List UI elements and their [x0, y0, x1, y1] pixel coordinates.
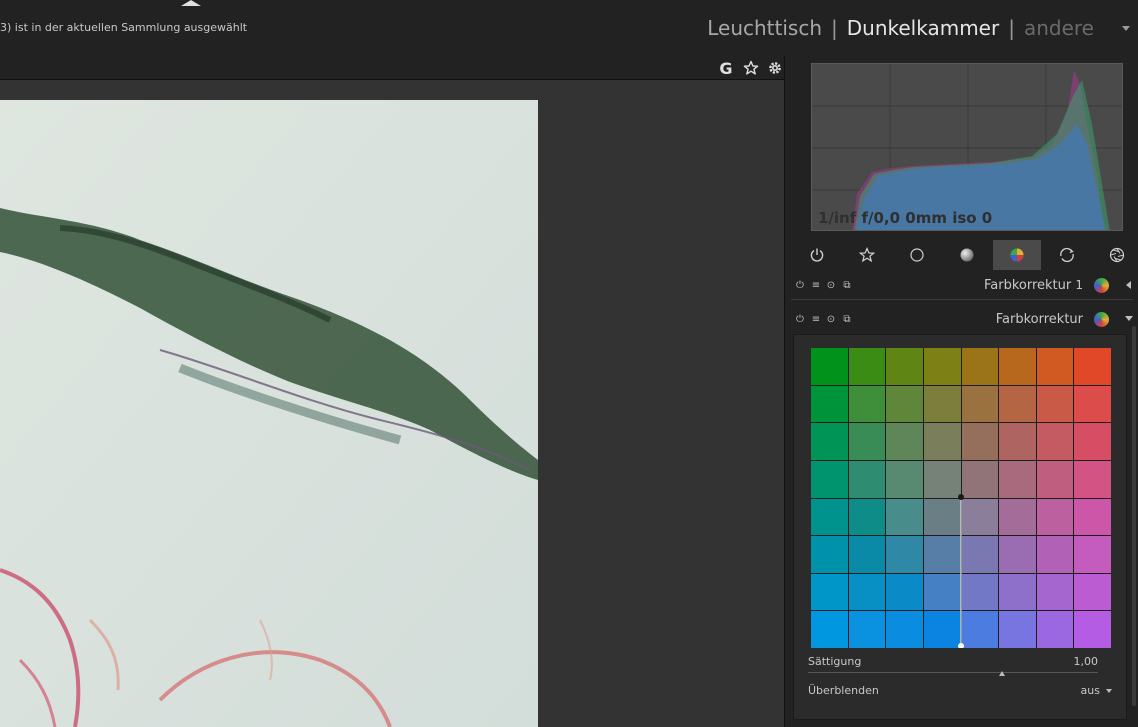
view-separator: |: [831, 16, 838, 40]
module-divider: [791, 299, 1133, 300]
module-header-farbkorrektur[interactable]: ⏻ ≡ ⊙ ⧉ Farbkorrektur: [785, 306, 1138, 332]
group-effect-aperture-icon[interactable]: [1093, 240, 1138, 270]
module-expand-arrow-icon[interactable]: [1126, 281, 1131, 289]
group-basic-circle-icon[interactable]: [893, 240, 941, 270]
photo-preview[interactable]: [0, 100, 538, 727]
app-window: 3) ist in der aktuellen Sammlung ausgewä…: [0, 0, 1138, 727]
module-title: Farbkorrektur 1: [984, 278, 1083, 293]
module-instance-number: 1: [1075, 278, 1083, 292]
histogram-exif-info: 1/inf f/0,0 0mm iso 0: [818, 209, 993, 227]
module-presets-menu-icon[interactable]: ≡: [810, 313, 822, 325]
saturation-thumb[interactable]: [999, 671, 1006, 676]
top-header: 3) ist in der aktuellen Sammlung ausgewä…: [0, 0, 1138, 56]
view-darkroom-link[interactable]: Dunkelkammer: [847, 16, 999, 40]
group-correct-rotate-icon[interactable]: [1043, 240, 1091, 270]
guides-g-button[interactable]: G: [716, 58, 736, 78]
group-active-modules-power-icon[interactable]: [793, 240, 841, 270]
blend-combobox[interactable]: Überblenden aus: [808, 683, 1112, 701]
star-outline-icon[interactable]: [741, 58, 761, 78]
module-power-icon[interactable]: ⏻: [794, 313, 806, 325]
highlight-handle[interactable]: [958, 494, 964, 500]
views-dropdown-arrow-icon[interactable]: [1122, 26, 1130, 31]
module-multi-instance-icon[interactable]: ⧉: [841, 279, 853, 291]
module-multi-instance-icon[interactable]: ⧉: [841, 313, 853, 325]
view-switcher: Leuchttisch | Dunkelkammer | andere: [707, 16, 1094, 40]
saturation-track[interactable]: [808, 672, 1098, 673]
photo-image: [0, 100, 538, 727]
right-panel: 1/inf f/0,0 0mm iso 0 ⏻ ≡ ⊙ ⧉ Farbkorrek…: [784, 56, 1138, 727]
module-group-tabs: [785, 238, 1138, 272]
saturation-slider[interactable]: Sättigung 1,00: [808, 653, 1099, 676]
module-title-text: Farbkorrektur: [983, 278, 1072, 293]
shadow-handle[interactable]: [958, 643, 964, 648]
module-title: Farbkorrektur: [995, 312, 1083, 327]
saturation-label: Sättigung: [808, 655, 862, 668]
blend-label: Überblenden: [808, 684, 879, 697]
color-correction-area[interactable]: [811, 348, 1111, 648]
module-collapse-arrow-icon[interactable]: [1125, 316, 1133, 321]
center-toolbar: G: [0, 56, 784, 80]
module-power-icon[interactable]: ⏻: [794, 279, 806, 291]
center-image-area[interactable]: [0, 80, 784, 727]
gear-icon[interactable]: [765, 58, 785, 78]
color-correction-module-body: Sättigung 1,00 Überblenden aus: [793, 334, 1127, 720]
blend-value: aus: [1080, 684, 1100, 697]
module-presets-menu-icon[interactable]: ≡: [810, 279, 822, 291]
module-mask-icon[interactable]: ⊙: [825, 313, 837, 325]
top-panel-collapse-arrow-icon[interactable]: [181, 0, 201, 6]
histogram-graph: [812, 64, 1122, 230]
view-lighttable-link[interactable]: Leuchttisch: [707, 16, 822, 40]
right-panel-scrollbar[interactable]: [1132, 326, 1136, 706]
view-separator: |: [1008, 16, 1015, 40]
saturation-value: 1,00: [1073, 655, 1099, 668]
module-group-color-icon: [1094, 312, 1109, 327]
view-other-link[interactable]: andere: [1024, 16, 1094, 40]
group-tone-circle-icon[interactable]: [943, 240, 991, 270]
group-favorites-star-icon[interactable]: [843, 240, 891, 270]
color-correction-handles: [958, 494, 964, 648]
module-header-farbkorrektur-1[interactable]: ⏻ ≡ ⊙ ⧉ Farbkorrektur 1: [785, 272, 1138, 298]
blend-dropdown-caret-icon[interactable]: [1106, 689, 1112, 693]
selection-status-text: 3) ist in der aktuellen Sammlung ausgewä…: [0, 21, 248, 34]
histogram[interactable]: 1/inf f/0,0 0mm iso 0: [811, 63, 1123, 231]
group-color-ball-icon[interactable]: [993, 240, 1041, 270]
module-mask-icon[interactable]: ⊙: [825, 279, 837, 291]
module-group-color-icon: [1094, 278, 1109, 293]
